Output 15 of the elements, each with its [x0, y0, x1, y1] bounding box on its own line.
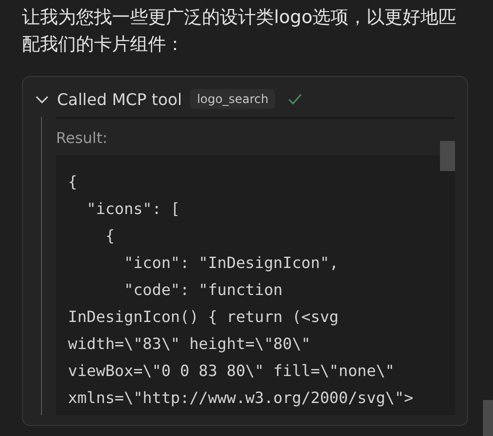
code-line: { — [68, 172, 78, 193]
code-line: "icon": "InDesignIcon", — [122, 253, 340, 274]
code-line: width=\"83\" height=\"80\" — [68, 334, 312, 355]
message-text: 让我为您找一些更广泛的设计类logo选项，以更好地匹配我们的卡片组件： — [22, 6, 458, 57]
result-label: Result: — [56, 128, 108, 149]
code-line: "icons": [ — [86, 199, 181, 220]
code-line: InDesignIcon() { return (<svg — [68, 307, 340, 328]
code-line: { — [104, 226, 116, 247]
scrollbar-thumb[interactable] — [440, 141, 455, 171]
tool-call-label: Called MCP tool — [57, 90, 182, 108]
code-line: viewBox=\"0 0 83 80\" fill=\"none\" — [68, 361, 396, 382]
tool-name-badge: logo_search — [190, 89, 276, 109]
code-line: "code": "function — [122, 280, 284, 301]
scrollbar-thumb[interactable] — [483, 400, 493, 436]
code-line: xmlns=\"http://www.w3.org/2000/svg\"> — [68, 388, 414, 409]
